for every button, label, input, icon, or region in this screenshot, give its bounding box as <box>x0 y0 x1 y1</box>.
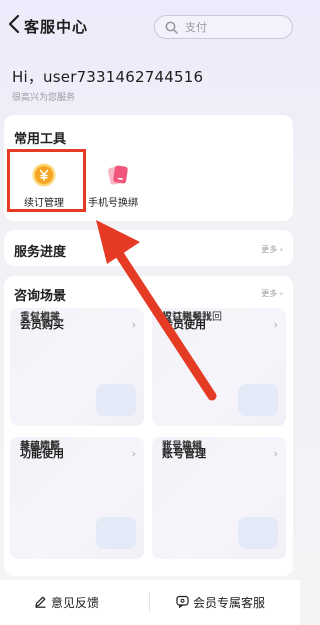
renewal-management-tool[interactable]: 续订管理 <box>10 155 86 219</box>
scene-panel-member-usage: 会员使用 › 退订相关 权益未到账 权益账号找回 <box>152 308 286 426</box>
chevron-right-icon[interactable]: › <box>132 447 136 460</box>
phone-card-icon <box>107 165 128 185</box>
greeting-subtitle: 很高兴为您服务 <box>12 93 76 103</box>
service-progress-title: 服务进度 <box>14 245 67 260</box>
feedback-button[interactable]: 意见反馈 <box>34 590 122 614</box>
vip-service-label: 会员专属客服 <box>193 596 266 610</box>
chevron-right-icon[interactable]: › <box>274 318 278 331</box>
common-tools-card: 常用工具 续订管理 手机号换绑 <box>4 115 293 221</box>
chevron-right-icon[interactable]: › <box>274 447 278 460</box>
consultation-scenes-card: 咨询场景 更多 › 会员购买 › 支付相关 支付方式 重复扣款 会员使用 › 退… <box>4 276 293 576</box>
more-label: 更多 <box>261 245 278 254</box>
chevron-right-icon: › <box>279 245 283 254</box>
service-progress-card[interactable]: 服务进度 更多 › <box>4 230 293 266</box>
divider <box>149 592 150 612</box>
panel-decoration <box>96 384 136 416</box>
chevron-right-icon: › <box>279 289 283 298</box>
scene-link[interactable]: 登录异常 <box>162 437 202 452</box>
chevron-right-icon[interactable]: › <box>132 318 136 331</box>
scene-link[interactable]: 重复扣款 <box>20 308 60 323</box>
scene-link[interactable]: 草稿恢复 <box>20 437 60 452</box>
vip-service-button[interactable]: 会员专属客服 <box>176 590 300 614</box>
search-input[interactable] <box>185 19 285 36</box>
scene-link[interactable]: 权益账号找回 <box>162 308 222 323</box>
yen-coin-icon <box>32 163 56 187</box>
consultation-scenes-title: 咨询场景 <box>14 289 67 304</box>
panel-decoration <box>238 517 278 549</box>
phone-rebind-label: 手机号换绑 <box>88 198 138 209</box>
page-title: 客服中心 <box>24 18 89 36</box>
bottom-action-bar: 意见反馈 会员专属客服 <box>0 580 300 625</box>
top-bar: 客服中心 <box>0 0 300 48</box>
consultation-more-link[interactable]: 更多 › <box>261 288 283 299</box>
common-tools-title: 常用工具 <box>14 132 67 147</box>
back-icon[interactable] <box>6 13 24 35</box>
renewal-management-label: 续订管理 <box>24 198 64 209</box>
chat-bubble-icon <box>176 595 189 608</box>
scene-panel-feature-usage: 功能使用 › 基础功能 使用问题 草稿恢复 <box>10 437 144 559</box>
phone-rebind-tool[interactable]: 手机号换绑 <box>88 155 150 219</box>
greeting-title: Hi，user7331462744516 <box>12 68 204 86</box>
search-box[interactable] <box>154 15 293 39</box>
more-label: 更多 <box>261 289 278 298</box>
pencil-icon <box>35 596 46 608</box>
service-progress-more-link[interactable]: 更多 › <box>261 244 283 255</box>
panel-decoration <box>238 384 278 416</box>
panel-decoration <box>96 517 136 549</box>
scene-panel-member-purchase: 会员购买 › 支付相关 支付方式 重复扣款 <box>10 308 144 426</box>
search-icon <box>165 21 178 34</box>
feedback-label: 意见反馈 <box>51 596 100 610</box>
scene-panel-account-management: 账号管理 › 账号换绑 账号注销 登录异常 <box>152 437 286 559</box>
